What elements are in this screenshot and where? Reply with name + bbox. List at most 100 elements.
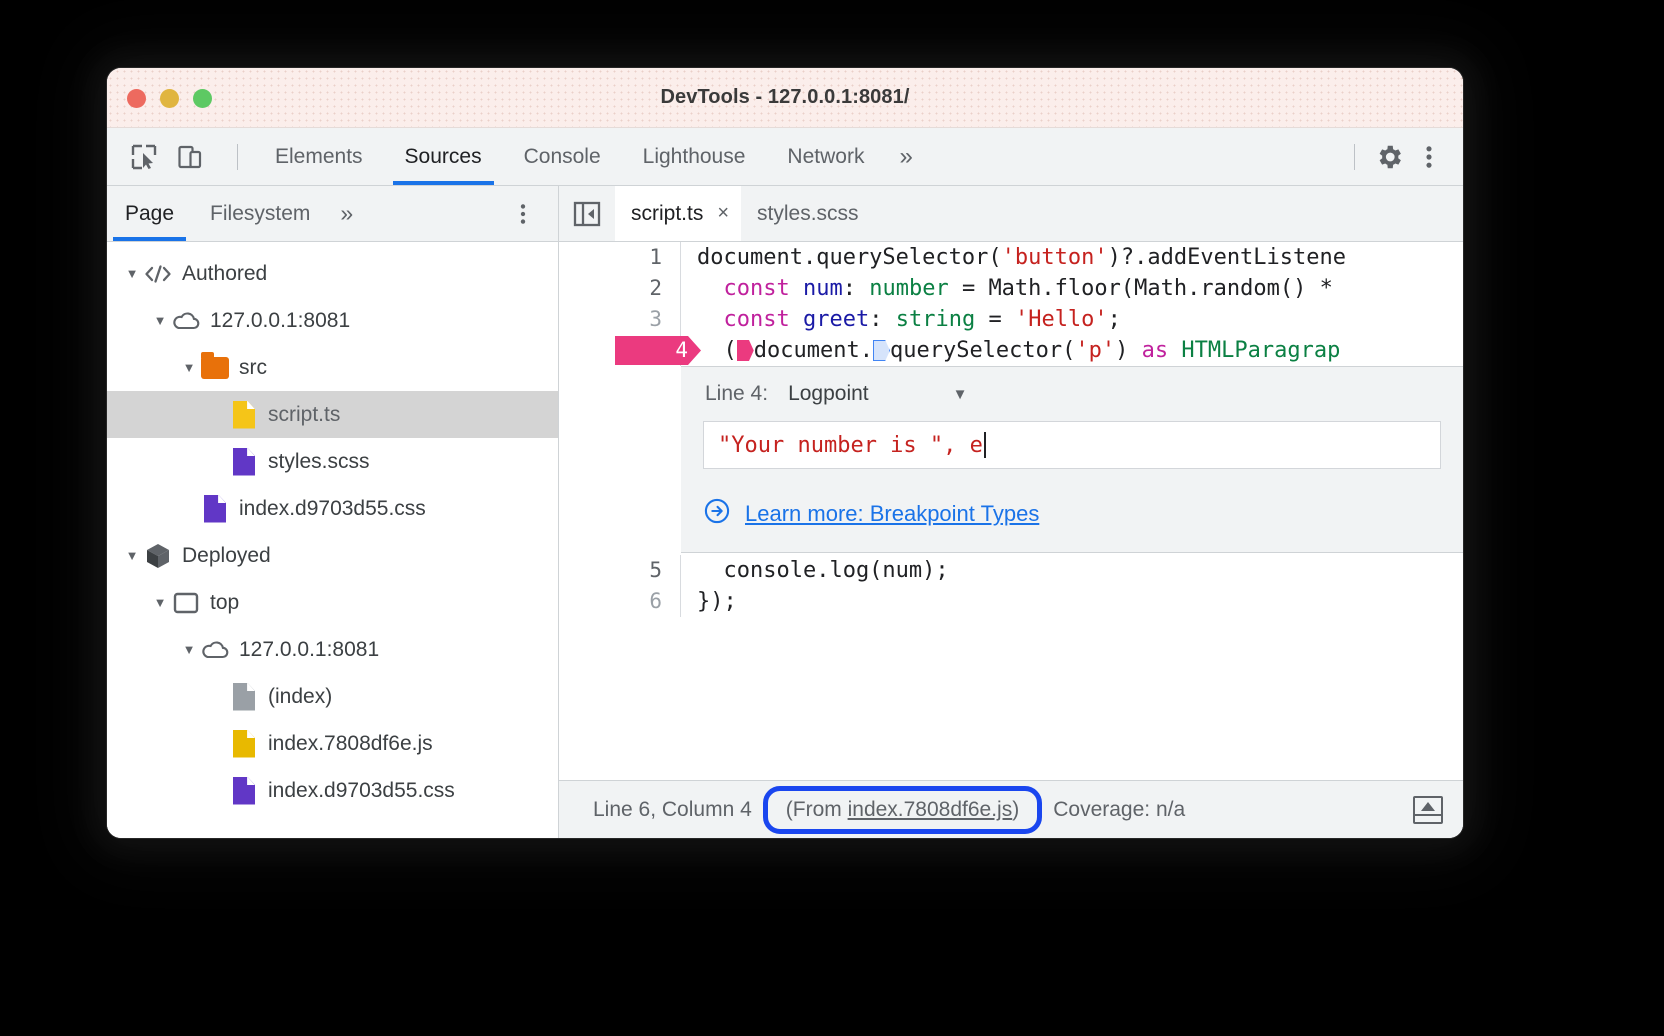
gear-icon[interactable] (1369, 137, 1409, 177)
code-text[interactable]: const greet: string = 'Hello'; (681, 304, 1463, 335)
close-icon[interactable]: × (717, 202, 729, 225)
line-number[interactable]: 2 (559, 273, 681, 304)
tree-item-index[interactable]: (index) (107, 673, 558, 720)
code-text[interactable]: console.log(num); (681, 555, 1463, 586)
window-titlebar: DevTools - 127.0.0.1:8081/ (107, 68, 1463, 128)
tree-item-deployed[interactable]: ▼ Deployed (107, 532, 558, 579)
logpoint-line-label: Line 4: (705, 382, 768, 406)
tree-item-src[interactable]: ▼ src (107, 344, 558, 391)
navigator-kebab-menu-icon[interactable] (510, 201, 558, 227)
file-tree: ▼ Authored ▼ (107, 242, 558, 838)
file-purple-icon (200, 495, 230, 523)
tree-item-label: (index) (268, 685, 332, 709)
tree-item-origin-deployed[interactable]: ▼ 127.0.0.1:8081 (107, 626, 558, 673)
tree-item-label: index.7808df6e.js (268, 732, 433, 756)
kebab-menu-icon[interactable] (1409, 137, 1449, 177)
code-token: )?.addEventListene (1108, 245, 1346, 270)
logpoint-type-select[interactable]: Logpoint (788, 382, 869, 406)
logpoint-editor-panel: Line 4: Logpoint ▼ "Your number is ", e (681, 366, 1463, 553)
editor-status-bar: Line 6, Column 4 (From index.7808df6e.js… (559, 780, 1463, 838)
tab-elements[interactable]: Elements (254, 128, 384, 185)
toolbar-right-icons (1348, 137, 1463, 177)
source-origin-badge[interactable]: (From index.7808df6e.js) (768, 791, 1037, 829)
tree-item-index-css-deployed[interactable]: index.d9703d55.css (107, 767, 558, 814)
tab-sources[interactable]: Sources (384, 128, 503, 185)
line-number-gutter-logpoint[interactable]: .. 4 (559, 335, 681, 366)
tree-item-styles-scss[interactable]: styles.scss (107, 438, 558, 485)
line-number[interactable]: 3 (559, 304, 681, 335)
code-line-5: 5 console.log(num); (559, 555, 1463, 586)
tree-item-label: styles.scss (268, 450, 370, 474)
devtools-window: DevTools - 127.0.0.1:8081/ (107, 68, 1463, 838)
editor-tab-styles-scss[interactable]: styles.scss (741, 186, 871, 241)
line-number[interactable]: 1 (559, 242, 681, 273)
tree-item-index-css-authored[interactable]: index.d9703d55.css (107, 485, 558, 532)
toolbar-divider-right (1354, 144, 1355, 170)
cloud-icon (200, 640, 230, 660)
window-title: DevTools - 127.0.0.1:8081/ (107, 86, 1463, 109)
tree-item-index-js[interactable]: index.7808df6e.js (107, 720, 558, 767)
tree-item-label: src (239, 356, 267, 380)
logpoint-expression-input[interactable]: "Your number is ", e (703, 421, 1441, 469)
learn-more-breakpoint-types-link[interactable]: Learn more: Breakpoint Types (745, 501, 1039, 527)
nav-tab-page[interactable]: Page (107, 186, 192, 241)
pretty-print-icon[interactable] (1413, 796, 1463, 824)
file-yellow-icon (229, 401, 259, 429)
line-number[interactable]: 5 (559, 555, 681, 586)
tab-network[interactable]: Network (766, 128, 885, 185)
navigator-tabs: Page Filesystem » (107, 186, 558, 242)
code-editor[interactable]: 1 document.querySelector('button')?.addE… (559, 242, 1463, 780)
tree-item-origin-authored[interactable]: ▼ 127.0.0.1:8081 (107, 297, 558, 344)
toolbar-divider (237, 144, 238, 170)
navigator-more-chevron-icon[interactable]: » (328, 186, 365, 241)
code-token: document.querySelector( (697, 245, 1002, 270)
expand-triangle-icon[interactable]: ▼ (178, 642, 200, 657)
expand-triangle-icon[interactable]: ▼ (121, 266, 143, 281)
code-token: document. (754, 338, 873, 363)
more-tabs-chevron-icon[interactable]: » (885, 128, 926, 185)
toolbar-left-icons (107, 142, 254, 172)
code-token-string: 'button' (1002, 245, 1108, 270)
devtools-body: Page Filesystem » ▼ (107, 186, 1463, 838)
tab-lighthouse[interactable]: Lighthouse (622, 128, 767, 185)
tab-console[interactable]: Console (503, 128, 622, 185)
logpoint-expression-value: "Your number is ", e (718, 433, 983, 458)
expand-triangle-icon[interactable]: ▼ (149, 313, 171, 328)
code-text[interactable]: const num: number = Math.floor(Math.rand… (681, 273, 1463, 304)
code-text[interactable]: document.querySelector('button')?.addEve… (681, 242, 1463, 273)
code-line-2: 2 const num: number = Math.floor(Math.ra… (559, 273, 1463, 304)
chevron-down-icon[interactable]: ▼ (953, 386, 968, 403)
tree-item-label: script.ts (268, 403, 340, 427)
code-token-keyword: const (724, 307, 790, 332)
tree-item-script-ts[interactable]: script.ts (107, 391, 558, 438)
code-token: = Math.floor(Math.random() * (949, 276, 1333, 301)
editor-tab-script-ts[interactable]: script.ts × (615, 186, 741, 241)
expand-triangle-icon[interactable]: ▼ (149, 595, 171, 610)
code-token-keyword: as (1142, 338, 1169, 363)
source-origin-link[interactable]: index.7808df6e.js (848, 798, 1013, 821)
tree-item-label: Deployed (182, 544, 271, 568)
tree-item-label: index.d9703d55.css (268, 779, 455, 803)
tree-item-authored[interactable]: ▼ Authored (107, 250, 558, 297)
line-number[interactable]: 6 (559, 586, 681, 617)
show-navigator-icon[interactable] (559, 201, 615, 227)
file-purple-icon (229, 777, 259, 805)
code-text[interactable]: (document.querySelector('p') as HTMLPara… (681, 335, 1463, 366)
code-token-keyword: const (724, 276, 790, 301)
from-prefix: (From (786, 798, 848, 821)
logpoint-inline-chip-icon[interactable] (737, 340, 754, 361)
device-toolbar-icon[interactable] (175, 142, 205, 172)
code-line-1: 1 document.querySelector('button')?.addE… (559, 242, 1463, 273)
expand-triangle-icon[interactable]: ▼ (121, 548, 143, 563)
inspect-element-icon[interactable] (129, 142, 159, 172)
expand-triangle-icon[interactable]: ▼ (178, 360, 200, 375)
screenshot-root: DevTools - 127.0.0.1:8081/ (0, 0, 1664, 1036)
nav-tab-filesystem[interactable]: Filesystem (192, 186, 328, 241)
code-text[interactable]: }); (681, 586, 1463, 617)
editor-tab-strip: script.ts × styles.scss (559, 186, 1463, 242)
code-token: ) (1115, 338, 1142, 363)
breakpoint-inline-chip-icon[interactable] (873, 340, 890, 361)
code-line-6: 6 }); (559, 586, 1463, 617)
logpoint-editor-header: Line 4: Logpoint ▼ (681, 367, 1463, 421)
tree-item-top[interactable]: ▼ top (107, 579, 558, 626)
